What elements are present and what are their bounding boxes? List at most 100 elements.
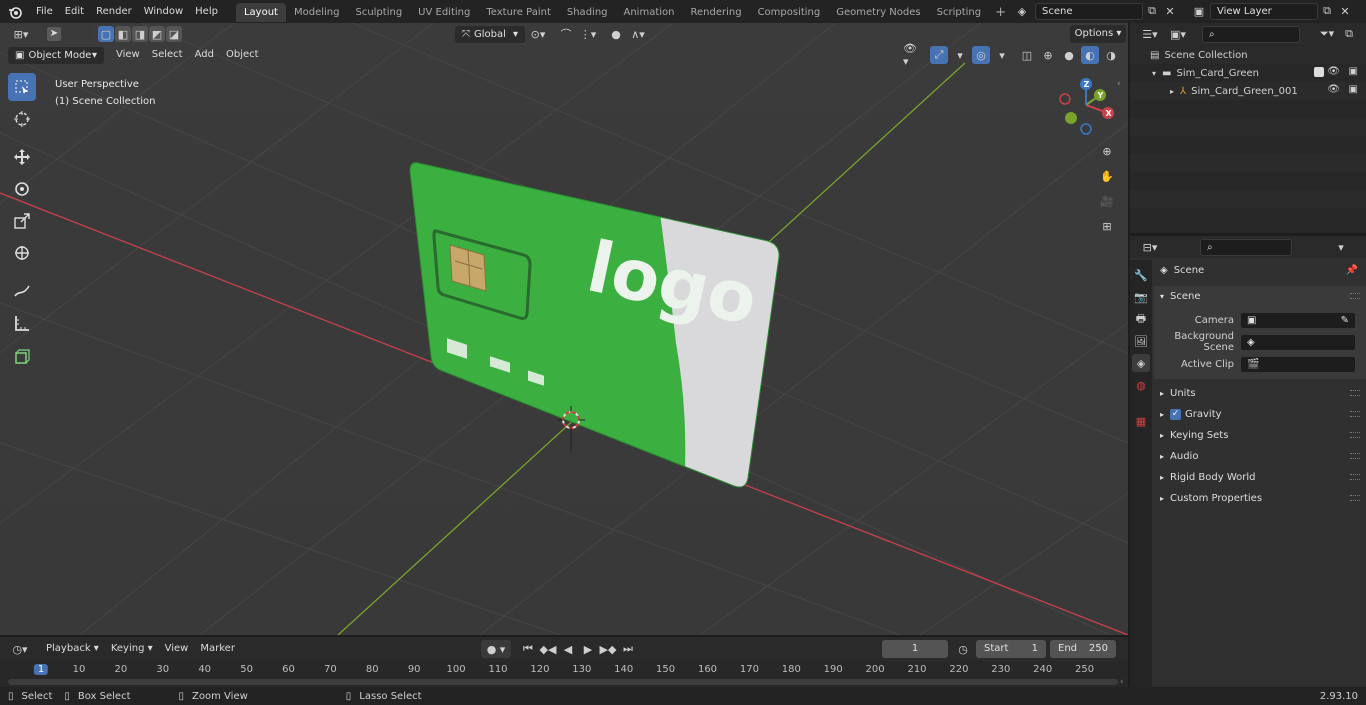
menu-keying[interactable]: Keying ▾ bbox=[105, 639, 159, 659]
move-tool-icon[interactable] bbox=[8, 143, 36, 171]
tree-row-collection[interactable]: ▾ ▬ Sim_Card_Green 👁 ▣ bbox=[1130, 64, 1366, 82]
rigid-body-world-panel-header[interactable]: ▸ Rigid Body World bbox=[1154, 467, 1366, 488]
world-tab-icon[interactable]: ◍ bbox=[1132, 376, 1150, 394]
select-box-tool-icon[interactable] bbox=[8, 73, 36, 101]
jump-end-icon[interactable]: ⏭ bbox=[619, 640, 637, 658]
timeline-scrollbar[interactable] bbox=[8, 679, 1118, 685]
camera-field[interactable]: ▣ ✎ bbox=[1240, 311, 1356, 329]
menu-help[interactable]: Help bbox=[189, 0, 224, 23]
custom-properties-panel-header[interactable]: ▸ Custom Properties bbox=[1154, 488, 1366, 509]
panel-grip-icon[interactable] bbox=[1350, 293, 1360, 299]
menu-edit[interactable]: Edit bbox=[59, 0, 90, 23]
pan-hand-icon[interactable]: ✋ bbox=[1098, 167, 1116, 185]
view-layer-icon[interactable]: ▣ bbox=[1190, 2, 1208, 20]
background-scene-field[interactable]: ◈ bbox=[1240, 333, 1356, 351]
snap-target-icon[interactable]: ⋮▾ bbox=[579, 25, 597, 43]
view-layer-tab-icon[interactable]: 🖼 bbox=[1132, 332, 1150, 350]
audio-panel-header[interactable]: ▸ Audio bbox=[1154, 446, 1366, 467]
add-cube-tool-icon[interactable] bbox=[8, 343, 36, 371]
overlays-dropdown-icon[interactable]: ▾ bbox=[993, 46, 1011, 64]
tab-modeling[interactable]: Modeling bbox=[286, 3, 348, 22]
navigation-gizmo[interactable]: X Y Z bbox=[1055, 75, 1115, 135]
current-frame-field[interactable]: 1 bbox=[882, 640, 948, 658]
render-tab-icon[interactable]: 📷 bbox=[1132, 288, 1150, 306]
expand-arrow-icon[interactable]: ▾ bbox=[1152, 69, 1156, 78]
timeline-sidebar-toggle-icon[interactable]: ‹ bbox=[1120, 677, 1124, 687]
wireframe-shading-icon[interactable]: ⊕ bbox=[1039, 46, 1057, 64]
orientation-dropdown[interactable]: ⤧ Global ▾ bbox=[455, 25, 525, 43]
tab-uv-editing[interactable]: UV Editing bbox=[410, 3, 478, 22]
outliner-search-input[interactable]: ⌕ bbox=[1202, 25, 1300, 43]
menu-object[interactable]: Object bbox=[220, 45, 265, 65]
timeline-editor-icon[interactable]: ◷▾ bbox=[6, 640, 34, 658]
render-camera-icon[interactable]: ▣ bbox=[1349, 84, 1358, 95]
proportional-edit-icon[interactable]: ● bbox=[607, 25, 625, 43]
render-camera-icon[interactable]: ▣ bbox=[1349, 66, 1358, 77]
texture-tab-icon[interactable]: ▦ bbox=[1132, 412, 1150, 430]
snap-icon[interactable]: ⌒ bbox=[557, 25, 575, 43]
gravity-panel-header[interactable]: ▸ ✓ Gravity bbox=[1154, 404, 1366, 425]
scene-icon[interactable]: ◈ bbox=[1013, 2, 1031, 20]
scene-tab-icon[interactable]: ◈ bbox=[1132, 354, 1150, 372]
pin-icon[interactable]: 📌 bbox=[1346, 260, 1358, 281]
falloff-icon[interactable]: ∧▾ bbox=[629, 25, 647, 43]
menu-add[interactable]: Add bbox=[189, 45, 220, 65]
zoom-icon[interactable]: ⊕ bbox=[1098, 142, 1116, 160]
tab-scripting[interactable]: Scripting bbox=[929, 3, 989, 22]
scale-tool-icon[interactable] bbox=[8, 207, 36, 235]
collapse-arrow-icon[interactable]: ▾ bbox=[1160, 292, 1164, 301]
new-view-layer-icon[interactable]: ⧉ bbox=[1318, 2, 1336, 20]
properties-search-input[interactable]: ⌕ bbox=[1200, 238, 1292, 256]
eyedropper-icon[interactable]: ✎ bbox=[1341, 313, 1349, 328]
menu-playback[interactable]: Playback ▾ bbox=[40, 639, 105, 659]
mode-extend-icon[interactable]: ◧ bbox=[115, 26, 131, 42]
display-mode-icon[interactable]: ▣▾ bbox=[1164, 25, 1192, 43]
properties-editor-icon[interactable]: ⊟▾ bbox=[1136, 238, 1164, 256]
mode-subtract-icon[interactable]: ◨ bbox=[132, 26, 148, 42]
properties-options-icon[interactable]: ▾ bbox=[1332, 238, 1350, 256]
mode-difference-icon[interactable]: ◩ bbox=[149, 26, 165, 42]
gizmo-icon[interactable]: ⤢ bbox=[930, 46, 948, 64]
new-collection-icon[interactable]: ⧉ bbox=[1340, 25, 1358, 43]
gizmo-dropdown-icon[interactable]: ▾ bbox=[951, 46, 969, 64]
editor-type-icon[interactable]: ⊞▾ bbox=[8, 25, 34, 43]
jump-start-icon[interactable]: ⏮ bbox=[519, 640, 537, 658]
visibility-icon[interactable]: 👁▾ bbox=[903, 42, 921, 68]
menu-marker[interactable]: Marker bbox=[194, 639, 241, 659]
tab-rendering[interactable]: Rendering bbox=[682, 3, 749, 22]
mode-intersect-icon[interactable]: ◪ bbox=[166, 26, 182, 42]
mode-set-icon[interactable]: ▢ bbox=[98, 26, 114, 42]
end-frame-field[interactable]: End 250 bbox=[1050, 640, 1116, 658]
tab-animation[interactable]: Animation bbox=[616, 3, 683, 22]
overlays-icon[interactable]: ◎ bbox=[972, 46, 990, 64]
active-clip-field[interactable]: 🎬 bbox=[1240, 355, 1356, 373]
options-button[interactable]: Options ▾ bbox=[1070, 25, 1126, 43]
transform-tool-icon[interactable] bbox=[8, 239, 36, 267]
perspective-grid-icon[interactable]: ⊞ bbox=[1098, 217, 1116, 235]
delete-view-layer-icon[interactable]: ✕ bbox=[1336, 2, 1354, 20]
menu-file[interactable]: File bbox=[30, 0, 59, 23]
add-workspace-icon[interactable]: + bbox=[989, 3, 1012, 22]
play-reverse-icon[interactable]: ◀ bbox=[559, 640, 577, 658]
annotate-tool-icon[interactable] bbox=[8, 277, 36, 305]
eye-icon[interactable]: 👁 bbox=[1327, 66, 1340, 77]
frame-ruler[interactable]: 1 10 20 30 40 50 60 70 80 90 100 110 120 130 140 150 160… bbox=[0, 662, 1128, 680]
expand-arrow-icon[interactable]: ▸ bbox=[1170, 87, 1174, 96]
tree-row-object[interactable]: ▸ ⅄ Sim_Card_Green_001 👁 ▣ bbox=[1130, 82, 1366, 100]
menu-timeline-view[interactable]: View bbox=[159, 639, 195, 659]
tab-sculpting[interactable]: Sculpting bbox=[347, 3, 410, 22]
camera-view-icon[interactable]: 🎥 bbox=[1098, 192, 1116, 210]
shading-dropdown-icon[interactable]: ▾ bbox=[1123, 46, 1128, 64]
view-layer-field[interactable]: View Layer bbox=[1210, 2, 1318, 20]
material-shading-icon[interactable]: ◐ bbox=[1081, 46, 1099, 64]
tab-geometry-nodes[interactable]: Geometry Nodes bbox=[828, 3, 928, 22]
scene-name-field[interactable]: Scene bbox=[1035, 2, 1143, 20]
menu-view[interactable]: View bbox=[110, 45, 146, 65]
outliner-editor-icon[interactable]: ☰▾ bbox=[1136, 25, 1164, 43]
rendered-shading-icon[interactable]: ◑ bbox=[1102, 46, 1120, 64]
tree-row-scene-collection[interactable]: ▤ Scene Collection bbox=[1130, 46, 1366, 64]
record-icon[interactable]: ● ▾ bbox=[481, 640, 511, 658]
output-tab-icon[interactable]: 🖶 bbox=[1132, 310, 1150, 328]
filter-icon[interactable]: ⏷▾ bbox=[1314, 25, 1340, 43]
tab-compositing[interactable]: Compositing bbox=[750, 3, 829, 22]
